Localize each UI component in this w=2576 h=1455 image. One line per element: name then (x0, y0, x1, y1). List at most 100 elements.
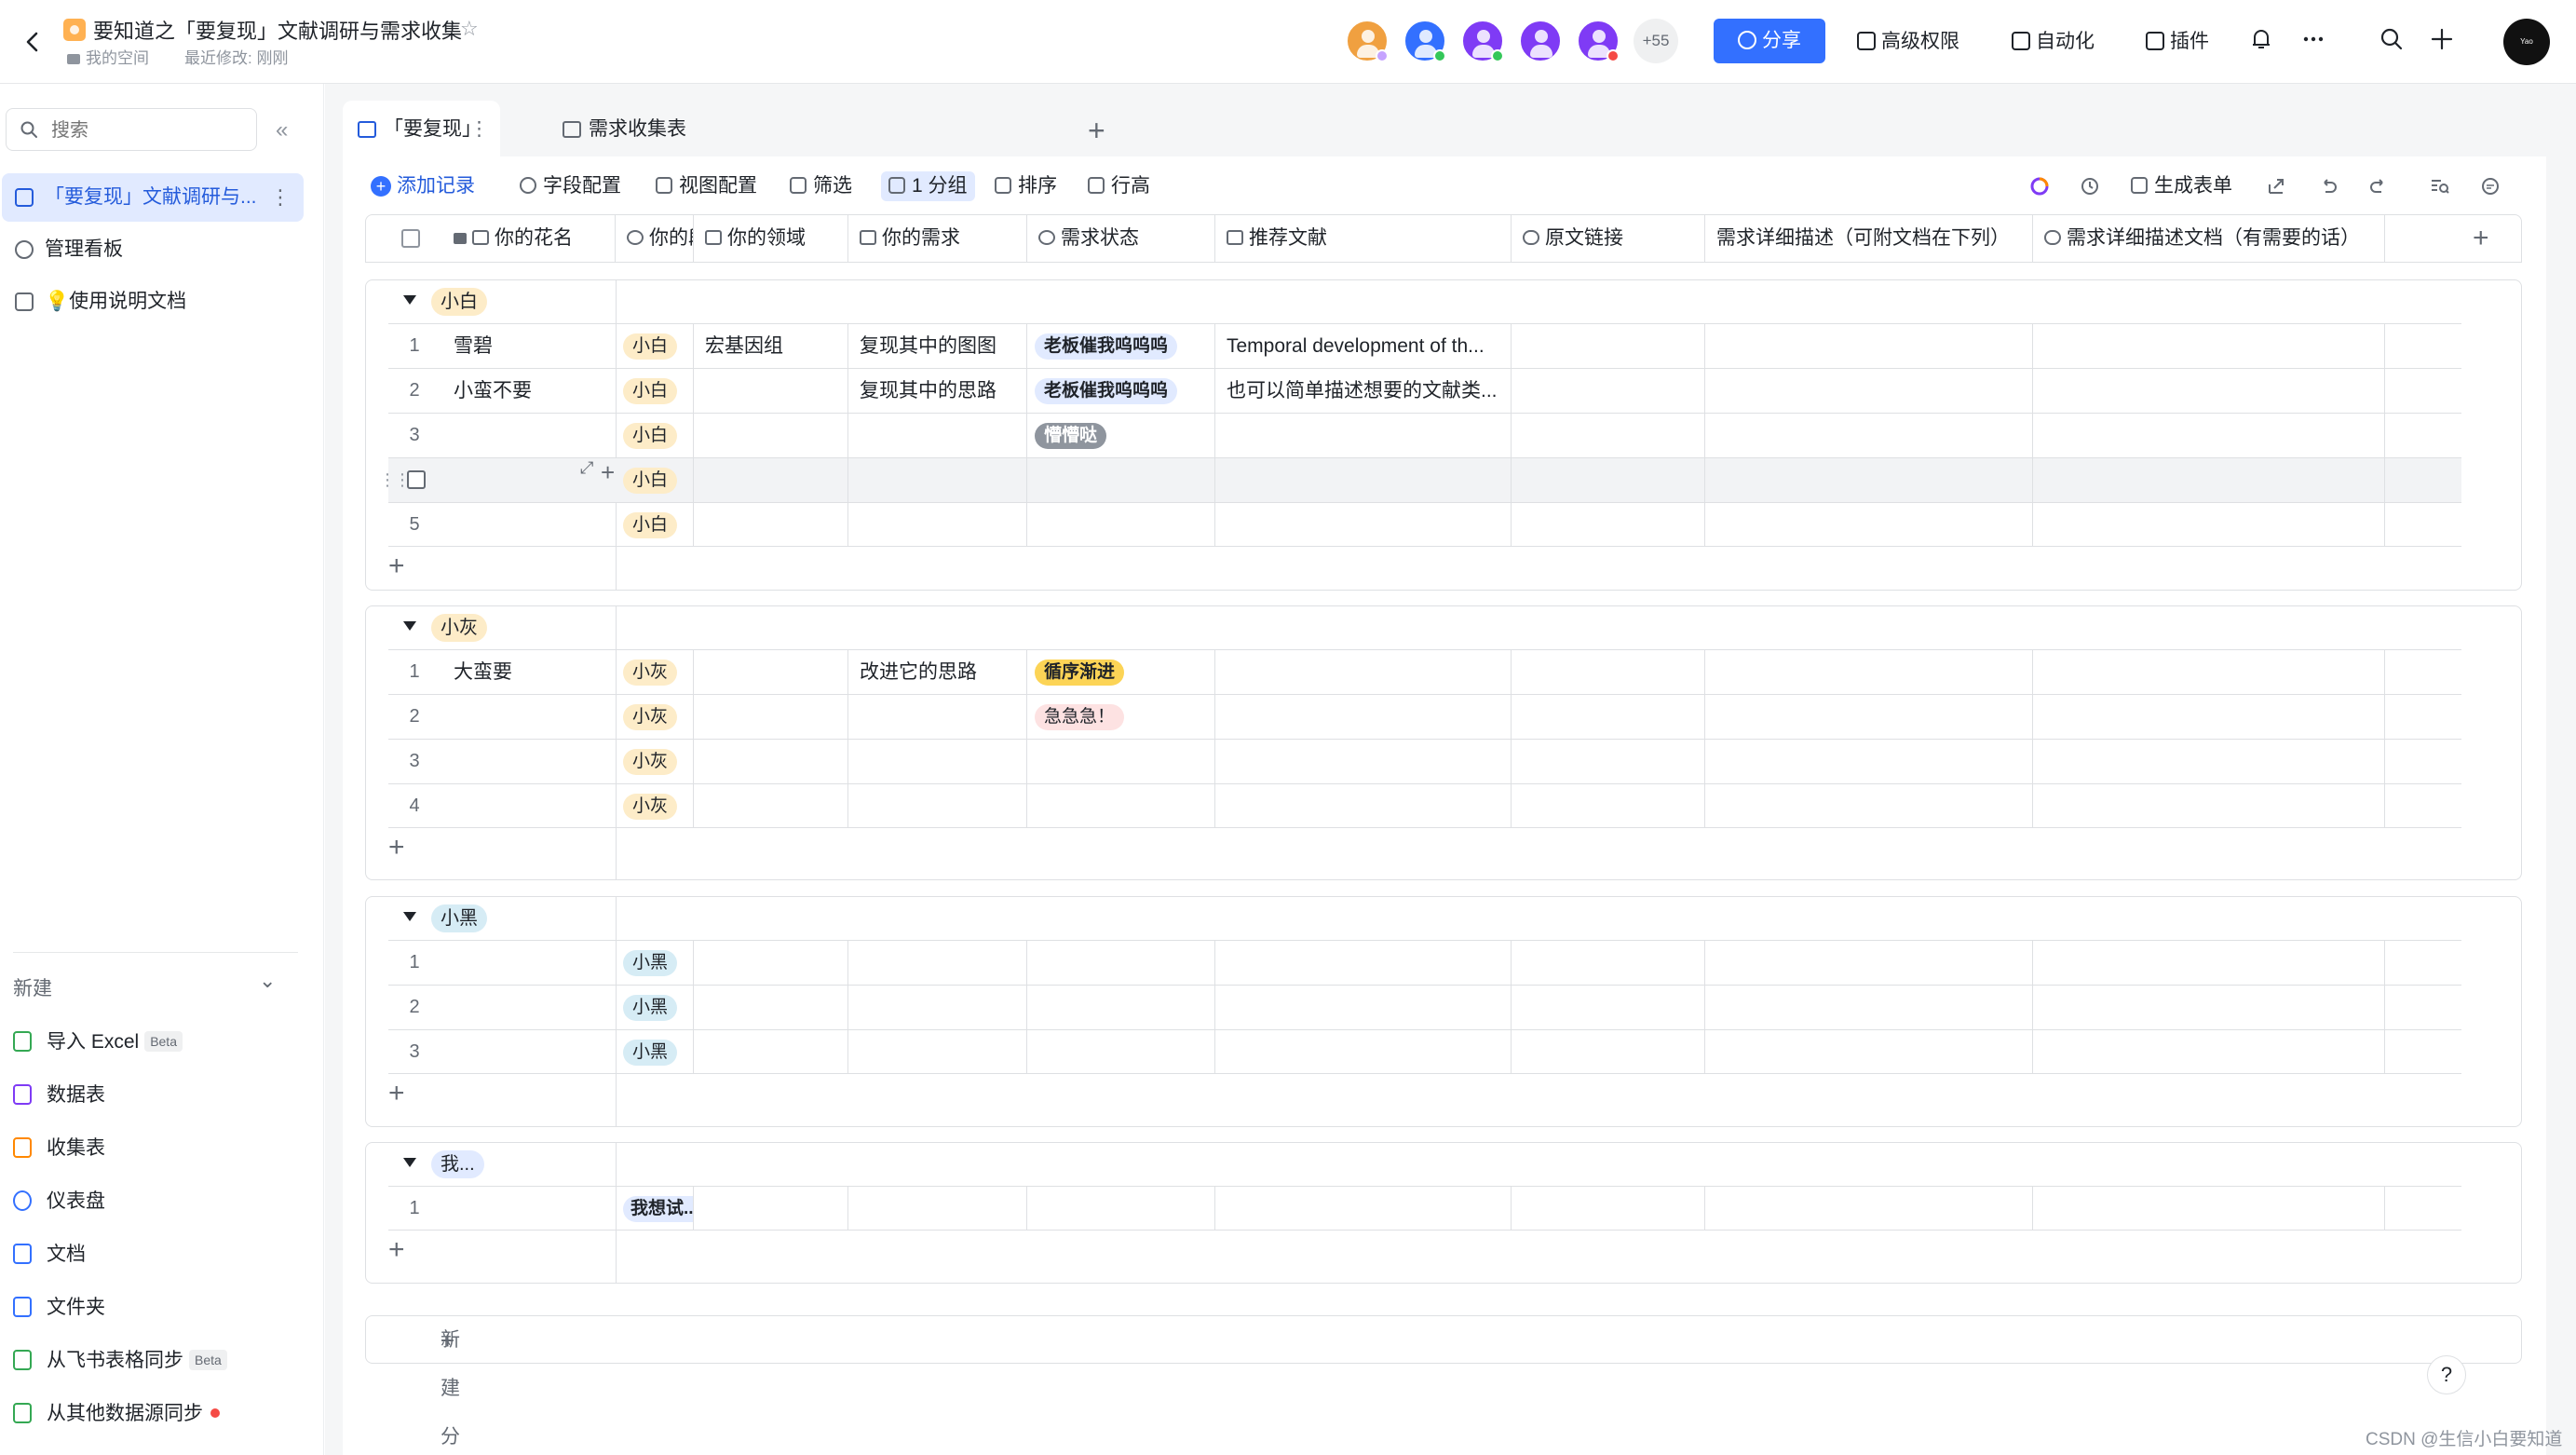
undo-icon[interactable] (2317, 175, 2339, 197)
cell-level[interactable]: 我想试... (616, 1187, 694, 1231)
column-header-reference[interactable]: 推荐文献 (1215, 215, 1512, 262)
new-data-table[interactable]: 数据表 (13, 1080, 105, 1108)
cell-attachment[interactable] (2033, 1030, 2385, 1074)
cell-name[interactable]: 雪碧 (454, 324, 493, 368)
cell-level[interactable]: 小灰 (616, 695, 694, 739)
avatar[interactable] (1345, 19, 1390, 63)
cell-field[interactable]: 宏基因组 (694, 324, 848, 368)
table-row[interactable]: 5 小白 (388, 502, 2461, 547)
expand-icon[interactable]: ⤢ (580, 458, 593, 478)
view-config-button[interactable]: 视图配置 (656, 171, 757, 201)
back-icon[interactable] (19, 28, 47, 56)
add-row-icon[interactable]: + (388, 1234, 405, 1266)
cell-attachment[interactable] (2033, 1187, 2385, 1231)
sidebar-item-dashboard[interactable]: 管理看板 (2, 225, 304, 274)
cell-field[interactable] (694, 941, 848, 985)
cell-field[interactable] (694, 369, 848, 413)
history-icon[interactable] (2079, 175, 2101, 197)
cell-status[interactable] (1027, 986, 1215, 1029)
cell-level[interactable]: 小白 (616, 458, 694, 502)
group-button[interactable]: 1 分组 (881, 171, 975, 201)
filter-button[interactable]: 筛选 (790, 171, 852, 201)
generate-form-button[interactable]: 生成表单 (2131, 171, 2232, 201)
cell-link[interactable] (1512, 695, 1705, 739)
new-folder[interactable]: 文件夹 (13, 1292, 105, 1320)
column-header-name[interactable]: 你的花名 (366, 215, 616, 262)
column-header-link[interactable]: 原文链接 (1512, 215, 1705, 262)
advanced-permissions-button[interactable]: 高级权限 (1857, 26, 1959, 54)
cell-need[interactable] (848, 458, 1027, 502)
cell-need[interactable]: 复现其中的思路 (848, 369, 1027, 413)
cell-reference[interactable] (1215, 740, 1512, 783)
cell-description[interactable] (1705, 324, 2033, 368)
cell-need[interactable] (848, 740, 1027, 783)
cell-attachment[interactable] (2033, 369, 2385, 413)
cell-attachment[interactable] (2033, 414, 2385, 457)
cell-description[interactable] (1705, 986, 2033, 1029)
chevron-down-icon[interactable]: ⌄ (259, 969, 276, 993)
cell-field[interactable] (694, 458, 848, 502)
ai-icon[interactable] (2028, 175, 2051, 197)
column-header-need[interactable]: 你的需求 (848, 215, 1027, 262)
add-view-icon[interactable]: + (1088, 114, 1105, 148)
cell-field[interactable] (694, 414, 848, 457)
bell-icon[interactable] (2248, 26, 2274, 52)
column-header-attachment[interactable]: 需求详细描述文档（有需要的话） (2033, 215, 2385, 262)
new-doc[interactable]: 文档 (13, 1239, 86, 1267)
star-icon[interactable]: ☆ (460, 17, 479, 41)
select-all-checkbox[interactable] (401, 229, 420, 248)
new-group-button[interactable]: +新建分组 (365, 1315, 2522, 1448)
cell-name[interactable]: 大蛮要 (454, 650, 512, 694)
new-dashboard[interactable]: 仪表盘 (13, 1186, 105, 1214)
cell-field[interactable] (694, 784, 848, 828)
cell-attachment[interactable] (2033, 503, 2385, 547)
insert-row-icon[interactable]: + (601, 458, 615, 487)
cell-field[interactable] (694, 695, 848, 739)
cell-link[interactable] (1512, 1030, 1705, 1074)
cell-status[interactable] (1027, 503, 1215, 547)
new-form[interactable]: 收集表 (13, 1133, 105, 1161)
cell-need[interactable] (848, 1187, 1027, 1231)
cell-status[interactable] (1027, 941, 1215, 985)
cell-reference[interactable]: Temporal development of th... (1215, 324, 1512, 368)
group-header[interactable]: 小黑 (366, 897, 616, 940)
cell-level[interactable]: 小黑 (616, 941, 694, 985)
cell-description[interactable] (1705, 414, 2033, 457)
avatar[interactable] (1460, 19, 1505, 63)
help-icon[interactable]: ? (2427, 1355, 2466, 1394)
new-import-excel[interactable]: 导入 Excel Beta (13, 1027, 183, 1054)
cell-attachment[interactable] (2033, 695, 2385, 739)
collapse-sidebar-icon[interactable]: « (276, 117, 288, 143)
cell-reference[interactable] (1215, 986, 1512, 1029)
cell-status[interactable]: 循序渐进 (1027, 650, 1215, 694)
cell-need[interactable] (848, 784, 1027, 828)
share-button[interactable]: 分享 (1714, 19, 1825, 63)
cell-field[interactable] (694, 986, 848, 1029)
cell-field[interactable] (694, 1187, 848, 1231)
column-header-level[interactable]: 你的段位 (616, 215, 694, 262)
cell-description[interactable] (1705, 1187, 2033, 1231)
group-header[interactable]: 我... (366, 1143, 616, 1186)
add-column-icon[interactable]: + (2473, 215, 2489, 262)
avatar[interactable] (1403, 19, 1447, 63)
cell-field[interactable] (694, 650, 848, 694)
doc-location[interactable]: 我的空间 (86, 49, 149, 67)
cell-level[interactable]: 小黑 (616, 1030, 694, 1074)
cell-link[interactable] (1512, 414, 1705, 457)
cell-level[interactable]: 小灰 (616, 740, 694, 783)
add-row-icon[interactable]: + (388, 1078, 405, 1109)
cell-reference[interactable] (1215, 414, 1512, 457)
row-height-button[interactable]: 行高 (1088, 171, 1150, 201)
cell-reference[interactable] (1215, 941, 1512, 985)
table-row[interactable]: 3 小白 懵懵哒 (388, 413, 2461, 457)
table-row[interactable]: ⋮⋮ ⤢ + 小白 (379, 457, 2461, 502)
cell-reference[interactable]: 也可以简单描述想要的文献类... (1215, 369, 1512, 413)
table-row[interactable]: 1 我想试... (388, 1186, 2461, 1231)
row-checkbox[interactable] (407, 470, 426, 489)
table-row[interactable]: 4 小灰 (388, 783, 2461, 828)
table-row[interactable]: 1 大蛮要 小灰 改进它的思路 循序渐进 (388, 649, 2461, 694)
automation-button[interactable]: 自动化 (2012, 26, 2095, 54)
share-view-icon[interactable] (2265, 175, 2287, 197)
drag-handle-icon[interactable]: ⋮⋮ (379, 470, 411, 490)
cell-field[interactable] (694, 503, 848, 547)
